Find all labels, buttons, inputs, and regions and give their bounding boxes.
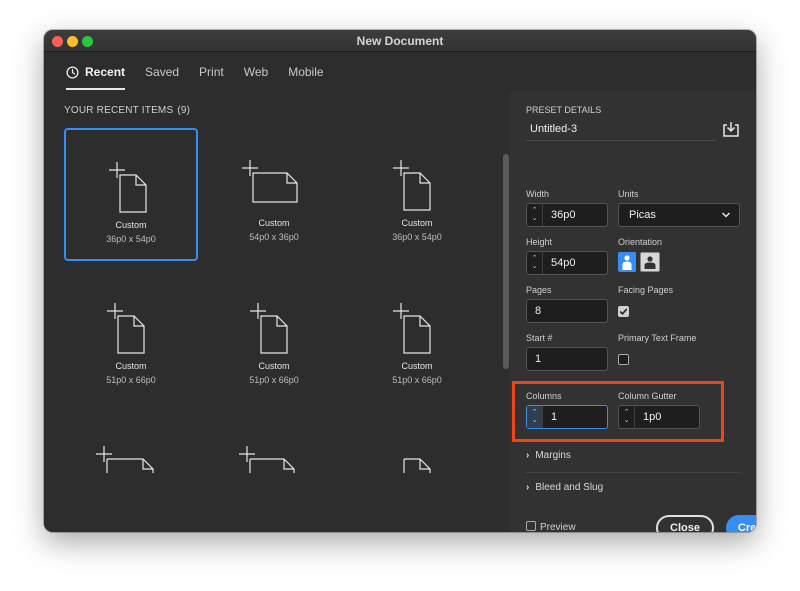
recent-items-grid: Custom 36p0 x 54p0 Custom 54p0 x 36p0 Cu… [64, 128, 504, 473]
bleed-slug-section-toggle[interactable]: › Bleed and Slug [526, 482, 603, 493]
chevron-right-icon: › [526, 450, 530, 461]
recent-item-size: 36p0 x 54p0 [392, 232, 442, 242]
primary-text-frame-checkbox[interactable] [618, 354, 629, 365]
chevron-down-icon [721, 212, 731, 218]
portrait-person-icon [622, 255, 632, 270]
recent-item[interactable] [350, 414, 484, 473]
start-number-label: Start # [526, 333, 553, 343]
recent-item-label: Custom [115, 220, 147, 230]
units-value: Picas [629, 209, 656, 221]
recent-items-heading: YOUR RECENT ITEMS (9) [64, 105, 190, 116]
recent-items-pane: YOUR RECENT ITEMS (9) Custom 36p0 x 54p0 … [44, 91, 510, 532]
recent-item[interactable]: Custom 54p0 x 36p0 [207, 128, 341, 261]
create-button[interactable]: Create [726, 515, 756, 532]
recent-item-label: Custom [258, 361, 290, 371]
divider [526, 472, 740, 473]
preview-toggle[interactable]: Preview [526, 521, 576, 532]
landscape-orientation-button[interactable] [640, 252, 660, 272]
recent-item-label: Custom [401, 218, 433, 228]
columns-value: 1 [551, 411, 558, 423]
units-label: Units [618, 189, 639, 199]
recent-item-label: Custom [115, 361, 147, 371]
portrait-document-icon [107, 303, 145, 354]
tab-recent[interactable]: Recent [66, 62, 126, 90]
facing-pages-label: Facing Pages [618, 285, 674, 295]
recent-items-count: (9) [177, 105, 191, 116]
recent-item[interactable]: Custom 51p0 x 66p0 [207, 271, 341, 404]
height-label: Height [526, 237, 553, 247]
height-value: 54p0 [551, 257, 576, 269]
recent-items-scrollbar[interactable] [503, 154, 509, 369]
save-preset-icon[interactable] [722, 121, 740, 138]
facing-pages-checkbox[interactable] [618, 306, 629, 317]
width-stepper[interactable]: ⌃ ⌄ 36p0 [526, 203, 608, 227]
recent-item[interactable]: Custom 51p0 x 66p0 [350, 271, 484, 404]
recent-item[interactable]: Custom 36p0 x 54p0 [64, 128, 198, 261]
recent-item-size: 51p0 x 66p0 [106, 375, 156, 385]
portrait-document-icon [393, 303, 431, 354]
recent-item-size: 54p0 x 36p0 [249, 232, 299, 242]
preset-details-pane: PRESET DETAILS Untitled-3 Width ⌃ ⌄ 36p0 … [510, 91, 756, 532]
title-bar: New Document [44, 30, 756, 52]
clock-icon [66, 65, 79, 79]
checkmark-icon [619, 308, 628, 315]
portrait-document-icon [403, 458, 431, 473]
units-select[interactable]: Picas [618, 203, 740, 227]
width-value: 36p0 [551, 209, 576, 221]
portrait-orientation-button[interactable] [618, 252, 636, 272]
recent-items-title: YOUR RECENT ITEMS [64, 105, 174, 116]
stepper-arrows-icon[interactable]: ⌃ ⌄ [527, 252, 543, 274]
recent-item-size: 51p0 x 66p0 [392, 375, 442, 385]
tab-mobile[interactable]: Mobile [288, 62, 323, 82]
pages-field[interactable]: 8 [526, 299, 608, 323]
recent-item[interactable]: Custom 51p0 x 66p0 [64, 271, 198, 404]
portrait-document-icon [393, 160, 431, 211]
close-button[interactable]: Close [656, 515, 714, 532]
recent-item[interactable]: Custom 36p0 x 54p0 [350, 128, 484, 261]
preset-details-heading: PRESET DETAILS [526, 105, 602, 115]
portrait-document-icon [109, 162, 147, 213]
margins-label: Margins [535, 450, 571, 461]
window-title: New Document [356, 34, 444, 48]
recent-item[interactable] [207, 414, 341, 473]
column-gutter-value: 1p0 [643, 411, 662, 423]
orientation-label: Orientation [618, 237, 663, 247]
tab-web[interactable]: Web [244, 62, 268, 82]
landscape-document-icon [242, 160, 298, 203]
chevron-right-icon: › [526, 482, 530, 493]
bleed-slug-label: Bleed and Slug [535, 482, 604, 493]
document-name-field[interactable]: Untitled-3 [526, 117, 716, 141]
columns-stepper[interactable]: ⌃ ⌄ 1 [526, 405, 608, 429]
pages-label: Pages [526, 285, 552, 295]
preview-label: Preview [540, 522, 576, 532]
tab-print[interactable]: Print [199, 62, 224, 82]
tab-recent-label: Recent [85, 65, 126, 79]
tab-saved[interactable]: Saved [145, 62, 179, 82]
stepper-arrows-icon[interactable]: ⌃ ⌄ [619, 406, 635, 428]
preset-tabs: Recent Saved Print Web Mobile [66, 62, 324, 90]
recent-item-label: Custom [258, 218, 290, 228]
recent-item-size: 36p0 x 54p0 [106, 234, 156, 244]
primary-text-frame-label: Primary Text Frame [618, 333, 697, 343]
columns-label: Columns [526, 391, 562, 401]
landscape-document-icon [239, 446, 295, 473]
portrait-document-icon [250, 303, 288, 354]
recent-item[interactable] [64, 414, 198, 473]
new-document-dialog: New Document Recent Saved Print Web Mobi… [44, 30, 756, 532]
recent-item-size: 51p0 x 66p0 [249, 375, 299, 385]
start-number-field[interactable]: 1 [526, 347, 608, 371]
recent-item-label: Custom [401, 361, 433, 371]
height-stepper[interactable]: ⌃ ⌄ 54p0 [526, 251, 608, 275]
stepper-arrows-icon[interactable]: ⌃ ⌄ [527, 204, 543, 226]
width-label: Width [526, 189, 550, 199]
preview-checkbox[interactable] [526, 521, 536, 531]
landscape-document-icon [96, 446, 154, 473]
landscape-person-icon [644, 256, 656, 269]
stepper-arrows-icon[interactable]: ⌃ ⌄ [527, 406, 543, 428]
column-gutter-label: Column Gutter [618, 391, 677, 401]
column-gutter-stepper[interactable]: ⌃ ⌄ 1p0 [618, 405, 700, 429]
margins-section-toggle[interactable]: › Margins [526, 450, 571, 461]
